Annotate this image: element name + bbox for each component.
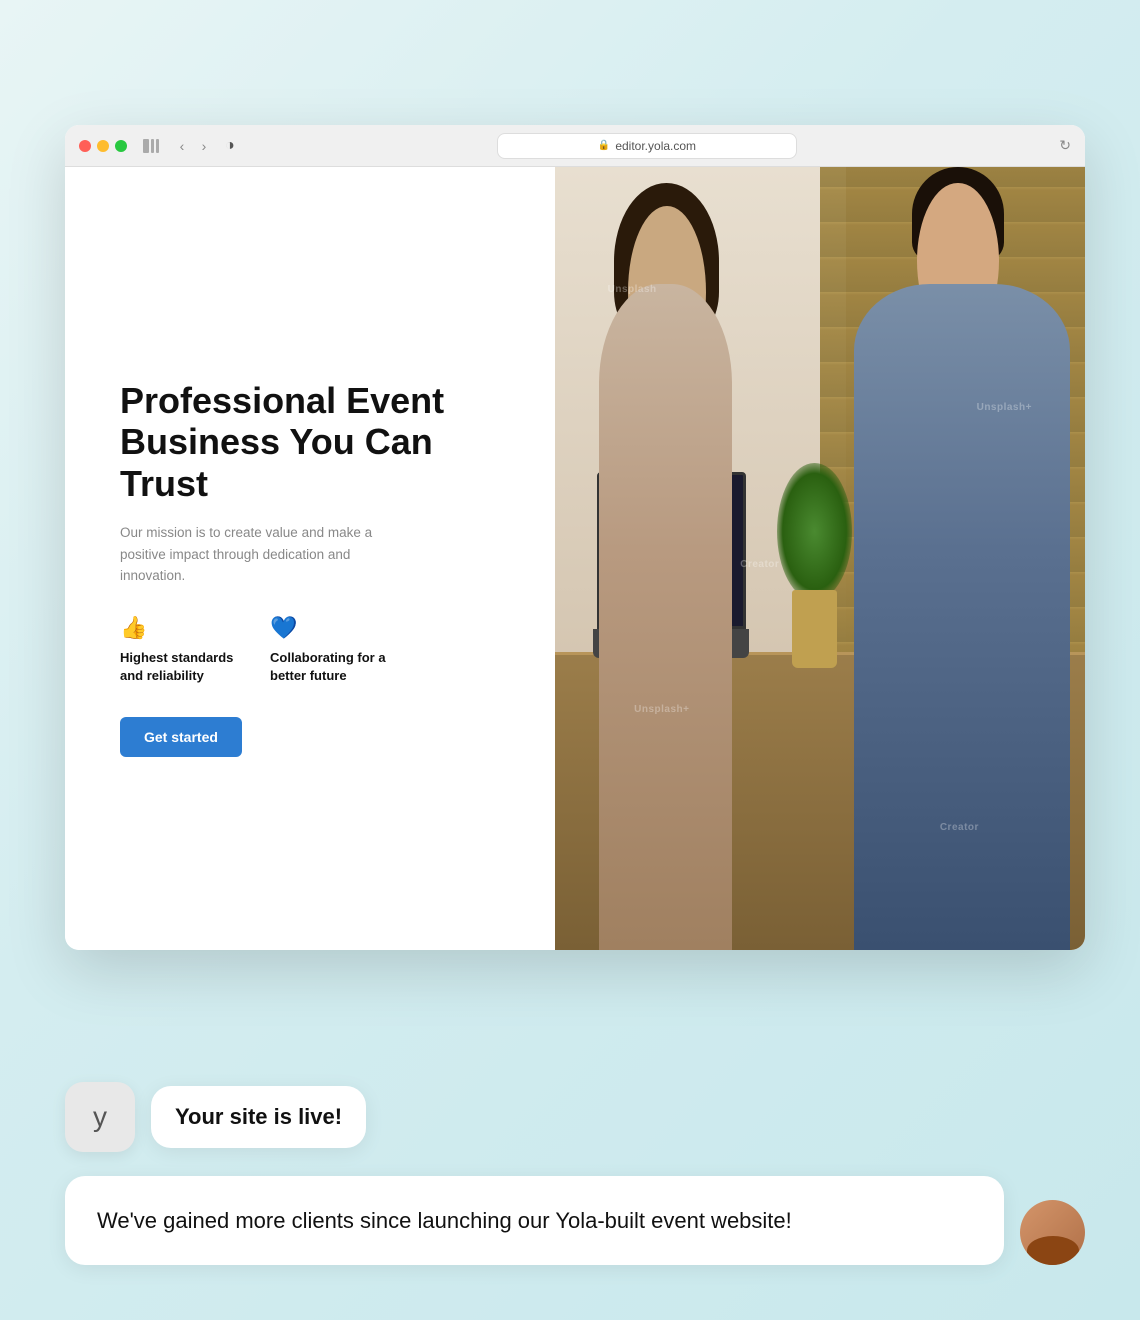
chat-row-2: We've gained more clients since launchin… <box>65 1176 1085 1265</box>
site-description: Our mission is to create value and make … <box>120 522 410 587</box>
address-bar[interactable]: 🔒 editor.yola.com <box>497 133 797 159</box>
chat-section: y Your site is live! We've gained more c… <box>65 1082 1085 1265</box>
forward-button[interactable]: › <box>195 137 213 155</box>
dot-yellow[interactable] <box>97 140 109 152</box>
chat-bubble-1: Your site is live! <box>151 1086 366 1148</box>
chat-bubble-2-text: We've gained more clients since launchin… <box>97 1208 792 1233</box>
back-button[interactable]: ‹ <box>173 137 191 155</box>
browser-titlebar: ‹ › ◑ 🔒 editor.yola.com ↻ <box>65 125 1085 167</box>
site-right-panel: Unsplash Unsplash+ Creator Unsplash+ Cre… <box>555 167 1085 950</box>
nav-arrows: ‹ › <box>173 137 213 155</box>
feature-1-label: Highest standards and reliability <box>120 649 240 685</box>
feature-2-label: Collaborating for a better future <box>270 649 390 685</box>
features-row: 👍 Highest standards and reliability 💙 Co… <box>120 615 515 685</box>
person-woman <box>565 167 788 950</box>
feature-1: 👍 Highest standards and reliability <box>120 615 240 685</box>
feature-2: 💙 Collaborating for a better future <box>270 615 390 685</box>
plant-pot <box>792 590 837 668</box>
avatar-hair <box>1027 1236 1079 1265</box>
get-started-button[interactable]: Get started <box>120 717 242 757</box>
person-man <box>841 167 1085 950</box>
heart-icon: 💙 <box>270 615 390 641</box>
chat-row-1: y Your site is live! <box>65 1082 1085 1152</box>
browser-content: Professional Event Business You Can Trus… <box>65 167 1085 950</box>
brightness-icon: ◑ <box>225 137 235 155</box>
site-left-panel: Professional Event Business You Can Trus… <box>65 167 555 950</box>
address-bar-wrap: 🔒 editor.yola.com <box>243 133 1052 159</box>
user-avatar <box>1020 1200 1085 1265</box>
browser-window: ‹ › ◑ 🔒 editor.yola.com ↻ Professional E… <box>65 125 1085 950</box>
chat-bubble-1-text: Your site is live! <box>175 1104 342 1129</box>
refresh-button[interactable]: ↻ <box>1059 137 1071 154</box>
man-torso <box>854 284 1070 950</box>
url-text: editor.yola.com <box>615 139 696 153</box>
hero-image: Unsplash Unsplash+ Creator Unsplash+ Cre… <box>555 167 1085 950</box>
woman-torso <box>599 284 733 950</box>
thumbs-up-icon: 👍 <box>120 615 240 641</box>
page-background: ‹ › ◑ 🔒 editor.yola.com ↻ Professional E… <box>0 0 1140 1320</box>
traffic-lights <box>79 140 127 152</box>
yola-logo-avatar: y <box>65 1082 135 1152</box>
site-headline: Professional Event Business You Can Trus… <box>120 380 515 504</box>
sidebar-toggle-icon[interactable] <box>143 139 159 153</box>
chat-bubble-2: We've gained more clients since launchin… <box>65 1176 1004 1265</box>
lock-icon: 🔒 <box>598 140 610 151</box>
dot-red[interactable] <box>79 140 91 152</box>
dot-green[interactable] <box>115 140 127 152</box>
